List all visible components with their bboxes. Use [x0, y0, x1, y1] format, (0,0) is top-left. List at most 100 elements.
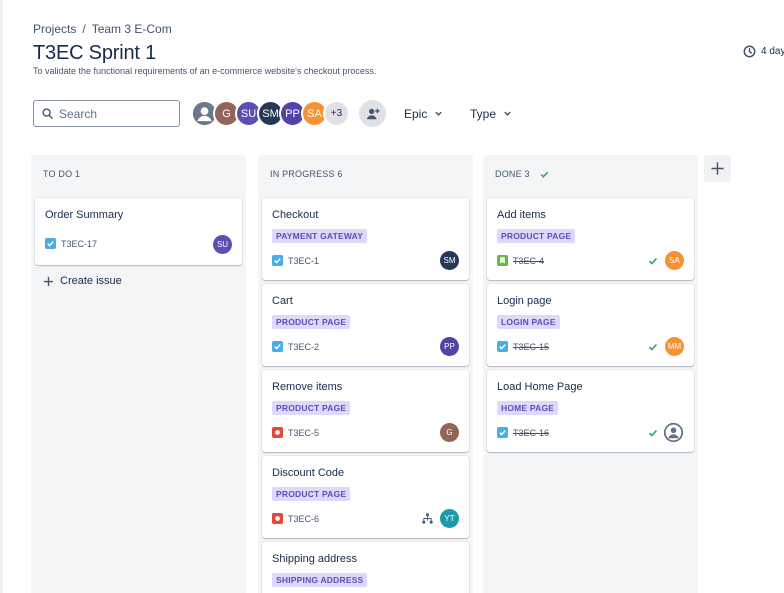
task-icon: [497, 341, 508, 352]
column-header: IN PROGRESS 6: [270, 169, 343, 179]
create-issue-label: Create issue: [60, 275, 122, 287]
column-done: DONE 3 Add items PRODUCT PAGE T3EC-4 SA …: [483, 155, 698, 593]
add-column-button[interactable]: [704, 155, 731, 182]
card-title: Remove items: [272, 381, 343, 393]
check-icon: [540, 171, 548, 178]
epic-tag[interactable]: PAYMENT GATEWAY: [272, 229, 368, 243]
search-input[interactable]: [59, 106, 169, 121]
issue-card[interactable]: Load Home Page HOME PAGE T3EC-16: [487, 370, 694, 452]
type-filter-label: Type: [470, 106, 497, 121]
column-title: DONE 3: [495, 169, 530, 179]
done-check-icon: [648, 257, 658, 265]
issue-card[interactable]: Order Summary T3EC-17 SU: [35, 198, 242, 265]
card-title: Order Summary: [45, 209, 124, 221]
issue-key[interactable]: T3EC-5: [288, 428, 319, 438]
task-icon: [497, 427, 508, 438]
issue-row: T3EC-2: [272, 341, 319, 352]
column-header: TO DO 1: [43, 169, 80, 179]
issue-key[interactable]: T3EC-15: [513, 342, 549, 352]
issue-card[interactable]: Login page LOGIN PAGE T3EC-15 MM: [487, 284, 694, 366]
issue-card[interactable]: Add items PRODUCT PAGE T3EC-4 SA: [487, 198, 694, 280]
chevron-down-icon: [435, 111, 443, 116]
issue-row: T3EC-17: [45, 238, 97, 249]
chevron-down-icon: [504, 111, 511, 116]
assignee-avatar-unassigned[interactable]: [663, 422, 684, 443]
epic-tag[interactable]: PRODUCT PAGE: [272, 315, 351, 329]
assignee-avatar[interactable]: SA: [665, 251, 684, 270]
issue-card[interactable]: Cart PRODUCT PAGE T3EC-2 PP: [262, 284, 469, 366]
breadcrumb: Projects / Team 3 E-Com: [33, 22, 172, 36]
bug-icon: [272, 513, 283, 524]
issue-key[interactable]: T3EC-17: [61, 239, 97, 249]
epic-tag[interactable]: PRODUCT PAGE: [497, 229, 576, 243]
assignee-avatar[interactable]: MM: [665, 337, 684, 356]
child-issues-icon[interactable]: [422, 513, 433, 524]
assignee-avatar[interactable]: SU: [213, 235, 232, 254]
epic-filter[interactable]: Epic: [404, 100, 443, 127]
assignee-avatar[interactable]: SM: [440, 251, 459, 270]
column-todo: TO DO 1 Order Summary T3EC-17 SU Create …: [31, 155, 246, 593]
sprint-description: To validate the functional requirements …: [33, 66, 377, 76]
breadcrumb-separator: /: [82, 22, 86, 36]
done-check-icon: [648, 343, 658, 351]
task-icon: [272, 341, 283, 352]
issue-card[interactable]: Discount Code PRODUCT PAGE T3EC-6 YT: [262, 456, 469, 538]
issue-row: T3EC-1: [272, 255, 319, 266]
add-person-icon: [366, 108, 380, 119]
plus-icon: [711, 162, 724, 175]
assignee-avatar[interactable]: PP: [440, 337, 459, 356]
create-issue-button[interactable]: Create issue: [43, 275, 122, 287]
epic-filter-label: Epic: [404, 106, 428, 121]
issue-row: T3EC-15: [497, 341, 549, 352]
bug-icon: [272, 427, 283, 438]
task-icon: [272, 255, 283, 266]
epic-tag[interactable]: PRODUCT PAGE: [272, 401, 351, 415]
page-title: T3EC Sprint 1: [33, 42, 157, 64]
epic-tag[interactable]: LOGIN PAGE: [497, 315, 560, 329]
card-title: Cart: [272, 295, 293, 307]
issue-card[interactable]: Remove items PRODUCT PAGE T3EC-5 G: [262, 370, 469, 452]
issue-card[interactable]: Checkout PAYMENT GATEWAY T3EC-1 SM: [262, 198, 469, 280]
issue-row: T3EC-6: [272, 513, 319, 524]
column-title: TO DO 1: [43, 169, 81, 179]
clock-icon: [743, 45, 756, 58]
breadcrumb-project[interactable]: Team 3 E-Com: [92, 22, 172, 36]
card-title: Discount Code: [272, 467, 345, 479]
issue-key[interactable]: T3EC-2: [288, 342, 319, 352]
card-title: Load Home Page: [497, 381, 583, 393]
issue-key[interactable]: T3EC-4: [513, 256, 544, 266]
story-icon: [497, 255, 508, 266]
card-title: Checkout: [272, 209, 319, 221]
type-filter[interactable]: Type: [470, 100, 512, 127]
epic-tag[interactable]: SHIPPING ADDRESS: [272, 573, 368, 587]
plus-icon: [43, 276, 54, 286]
search-icon: [42, 108, 53, 119]
user-icon: [663, 422, 684, 443]
add-people-button[interactable]: [359, 100, 386, 127]
search-box[interactable]: [33, 100, 180, 127]
breadcrumb-projects[interactable]: Projects: [33, 22, 76, 36]
column-title: IN PROGRESS 6: [270, 169, 343, 179]
assignee-avatar[interactable]: YT: [440, 509, 459, 528]
issue-key[interactable]: T3EC-6: [288, 514, 319, 524]
left-edge: [0, 0, 3, 593]
epic-tag[interactable]: PRODUCT PAGE: [272, 487, 351, 501]
done-check-icon: [648, 429, 658, 437]
assignee-avatar[interactable]: G: [440, 423, 459, 442]
card-title: Login page: [497, 295, 552, 307]
card-title: Add items: [497, 209, 546, 221]
issue-row: T3EC-16: [497, 427, 549, 438]
column-in-progress: IN PROGRESS 6 Checkout PAYMENT GATEWAY T…: [258, 155, 473, 593]
issue-row: T3EC-4: [497, 255, 544, 266]
more-avatars-button[interactable]: +3: [323, 100, 350, 127]
days-remaining-label: 4 days: [761, 46, 784, 57]
issue-key[interactable]: T3EC-1: [288, 256, 319, 266]
days-remaining[interactable]: 4 days: [743, 45, 784, 58]
issue-card[interactable]: Shipping address SHIPPING ADDRESS: [262, 542, 469, 593]
column-header: DONE 3: [495, 169, 549, 179]
assignee-avatars: G SU SM PP SA +3: [191, 100, 350, 127]
card-title: Shipping address: [272, 553, 358, 565]
issue-row: T3EC-5: [272, 427, 319, 438]
epic-tag[interactable]: HOME PAGE: [497, 401, 559, 415]
issue-key[interactable]: T3EC-16: [513, 428, 549, 438]
